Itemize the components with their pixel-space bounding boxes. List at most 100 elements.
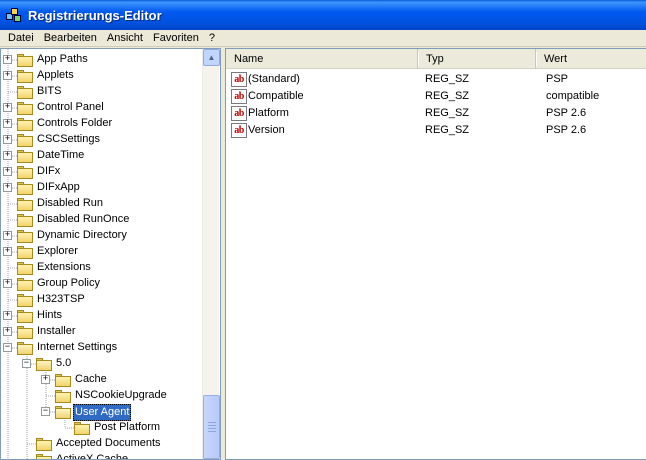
folder-icon	[17, 326, 33, 339]
folder-icon	[36, 438, 52, 451]
scroll-up-button[interactable]: ▲	[203, 49, 220, 66]
expand-icon[interactable]: +	[3, 135, 12, 144]
tree-item[interactable]: − Internet Settings	[1, 340, 201, 356]
tree-item[interactable]: Extensions	[1, 260, 201, 276]
tree-item[interactable]: + DateTime	[1, 148, 201, 164]
tree-item[interactable]: + Controls Folder	[1, 116, 201, 132]
folder-icon	[17, 278, 33, 291]
tree-item-label[interactable]: Applets	[35, 68, 76, 83]
tree-item-label[interactable]: App Paths	[35, 52, 90, 67]
tree-item-label[interactable]: DIFxApp	[35, 180, 82, 195]
expand-icon[interactable]: +	[3, 55, 12, 64]
expand-icon[interactable]: +	[3, 151, 12, 160]
collapse-icon[interactable]: −	[41, 407, 50, 416]
tree-item-label[interactable]: Post Platform	[92, 420, 162, 435]
tree-item-label[interactable]: DateTime	[35, 148, 86, 163]
menu-favorites[interactable]: Favoriten	[148, 31, 204, 46]
tree-item[interactable]: + Hints	[1, 308, 201, 324]
tree-item[interactable]: H323TSP	[1, 292, 201, 308]
expand-icon[interactable]: +	[41, 375, 50, 384]
column-header-name[interactable]: Name	[226, 49, 419, 69]
tree-item-label[interactable]: NSCookieUpgrade	[73, 388, 169, 403]
title-bar[interactable]: Registrierungs-Editor	[0, 0, 646, 30]
menu-file[interactable]: Datei	[3, 31, 39, 46]
tree-item-label[interactable]: Controls Folder	[35, 116, 114, 131]
collapse-icon[interactable]: −	[22, 359, 31, 368]
tree-item[interactable]: + DIFx	[1, 164, 201, 180]
tree-item-label[interactable]: Cache	[73, 372, 109, 387]
column-header-type[interactable]: Typ	[418, 49, 537, 69]
folder-icon	[17, 230, 33, 243]
tree-item-label[interactable]: H323TSP	[35, 292, 87, 307]
tree-item-label[interactable]: CSCSettings	[35, 132, 102, 147]
tree-item[interactable]: Disabled RunOnce	[1, 212, 201, 228]
list-item[interactable]: ab (Standard) REG_SZ PSP	[226, 71, 646, 88]
registry-editor-icon	[6, 7, 22, 23]
expand-icon[interactable]: +	[3, 183, 12, 192]
folder-icon	[36, 454, 52, 459]
tree-item[interactable]: − User Agent	[1, 404, 201, 421]
key-tree[interactable]: + App Paths + Applets BITS + Control Panel + Con…	[0, 48, 221, 460]
tree-item[interactable]: + Applets	[1, 68, 201, 84]
expand-icon[interactable]: +	[3, 167, 12, 176]
list-item[interactable]: ab Version REG_SZ PSP 2.6	[226, 122, 646, 139]
tree-item-label[interactable]: Accepted Documents	[54, 436, 163, 451]
expand-icon[interactable]: +	[3, 311, 12, 320]
tree-item-label[interactable]: Extensions	[35, 260, 93, 275]
scroll-thumb[interactable]	[203, 395, 220, 459]
menu-help[interactable]: ?	[204, 31, 220, 46]
value-list[interactable]: Name Typ Wert ab (Standard) REG_SZ PSP ab Com…	[225, 48, 646, 460]
tree-item-label[interactable]: BITS	[35, 84, 63, 99]
expand-icon[interactable]: +	[3, 71, 12, 80]
value-name: Compatible	[248, 90, 304, 102]
string-value-icon: ab	[231, 89, 247, 104]
tree-item-label[interactable]: Internet Settings	[35, 340, 119, 355]
tree-item-label[interactable]: Control Panel	[35, 100, 106, 115]
tree-item-label[interactable]: 5.0	[54, 356, 73, 371]
expand-icon[interactable]: +	[3, 279, 12, 288]
expand-icon[interactable]: +	[3, 119, 12, 128]
string-value-icon: ab	[231, 72, 247, 87]
list-item[interactable]: ab Platform REG_SZ PSP 2.6	[226, 105, 646, 122]
tree-item-label[interactable]: Hints	[35, 308, 64, 323]
tree-item-label[interactable]: Dynamic Directory	[35, 228, 129, 243]
tree-item[interactable]: + Control Panel	[1, 100, 201, 116]
tree-item[interactable]: Post Platform	[1, 420, 201, 436]
tree-item[interactable]: + Explorer	[1, 244, 201, 260]
tree-item[interactable]: − 5.0	[1, 356, 201, 372]
tree-item[interactable]: + Cache	[1, 372, 201, 388]
tree-scrollbar[interactable]: ▲	[202, 49, 220, 459]
collapse-icon[interactable]: −	[3, 343, 12, 352]
tree-item-label[interactable]: Group Policy	[35, 276, 102, 291]
tree-item[interactable]: + Dynamic Directory	[1, 228, 201, 244]
expand-icon[interactable]: +	[3, 327, 12, 336]
folder-icon	[17, 134, 33, 147]
expand-icon[interactable]: +	[3, 247, 12, 256]
tree-item-label[interactable]: ActiveX Cache	[54, 452, 130, 459]
tree-item[interactable]: + App Paths	[1, 52, 201, 68]
tree-item-label[interactable]: User Agent	[73, 404, 132, 421]
tree-item[interactable]: + CSCSettings	[1, 132, 201, 148]
tree-item[interactable]: NSCookieUpgrade	[1, 388, 201, 404]
tree-item[interactable]: Accepted Documents	[1, 436, 201, 452]
folder-icon	[17, 150, 33, 163]
tree-item[interactable]: + Group Policy	[1, 276, 201, 292]
tree-item[interactable]: BITS	[1, 84, 201, 100]
expand-icon[interactable]: +	[3, 231, 12, 240]
expand-icon[interactable]: +	[3, 103, 12, 112]
menu-view[interactable]: Ansicht	[102, 31, 148, 46]
tree-item-label[interactable]: Disabled RunOnce	[35, 212, 131, 227]
tree-item[interactable]: + Installer	[1, 324, 201, 340]
menu-edit[interactable]: Bearbeiten	[39, 31, 102, 46]
tree-item-label[interactable]: Explorer	[35, 244, 80, 259]
tree-item-label[interactable]: Installer	[35, 324, 78, 339]
tree-item[interactable]: Disabled Run	[1, 196, 201, 212]
tree-item-label[interactable]: DIFx	[35, 164, 62, 179]
list-item[interactable]: ab Compatible REG_SZ compatible	[226, 88, 646, 105]
column-header-value[interactable]: Wert	[536, 49, 646, 69]
folder-icon	[17, 118, 33, 131]
value-name: Platform	[248, 107, 289, 119]
tree-item[interactable]: + DIFxApp	[1, 180, 201, 196]
tree-item[interactable]: ActiveX Cache	[1, 452, 201, 459]
tree-item-label[interactable]: Disabled Run	[35, 196, 105, 211]
